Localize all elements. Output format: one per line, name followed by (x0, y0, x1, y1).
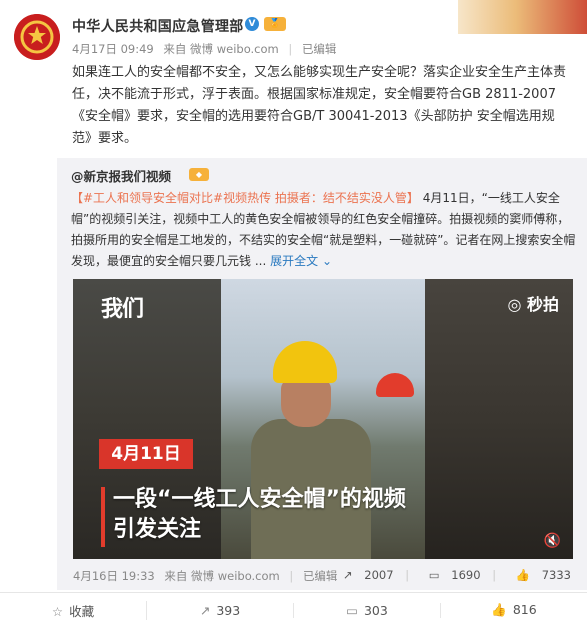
repost-card: @新京报我们视频 ◆ 【#工人和领导安全帽对比#视频热传 拍摄者：结不结实没人管… (57, 158, 587, 590)
caption-line-2: 引发关注 (113, 517, 202, 542)
comment-count: 1690 (451, 568, 481, 582)
favorite-button[interactable]: ☆ 收藏 (0, 600, 147, 620)
video-date-label: 4月11日 (99, 439, 193, 469)
video-player[interactable]: 我们 ◎ 秒拍 4月11日 一段“一线工人安全帽”的视频 引发关注 🔇 (73, 279, 573, 559)
comment-button[interactable]: ▭ 303 (294, 602, 441, 618)
repost-level-badge-icon: ◆ (189, 168, 209, 181)
favorite-label: 收藏 (69, 603, 95, 619)
expand-link[interactable]: 展开全文 (270, 254, 318, 268)
avatar[interactable] (14, 14, 60, 60)
red-helmet (376, 373, 414, 397)
thumbs-up-icon: 👍 (491, 602, 507, 617)
chevron-down-icon[interactable]: ⌄ (322, 254, 332, 268)
topic-link[interactable]: 【#工人和领导安全帽对比#视频热传 拍摄者：结不结实没人管】 (71, 191, 419, 205)
repost-text: 【#工人和领导安全帽对比#视频热传 拍摄者：结不结实没人管】 4月11日，“一线… (71, 188, 581, 272)
miaopai-logo: ◎ 秒拍 (507, 291, 559, 315)
meta-separator: | (288, 42, 293, 56)
repost-button-count: 393 (216, 602, 241, 618)
video-blur-right (425, 279, 573, 559)
video-caption: 一段“一线工人安全帽”的视频 引发关注 (113, 485, 406, 545)
like-button-count: 816 (512, 602, 537, 617)
like-button[interactable]: 👍 816 (441, 602, 587, 618)
post-time[interactable]: 4月17日 09:49 (72, 42, 154, 56)
worker-face (281, 379, 331, 427)
stat-separator: | (405, 568, 410, 582)
author-name[interactable]: 中华人民共和国应急管理部 (72, 16, 244, 36)
video-logo: 我们 (101, 297, 144, 322)
repost-count: 2007 (364, 568, 394, 582)
mute-icon[interactable]: 🔇 (544, 533, 561, 549)
repost-stats: ↗ 2007 | ▭ 1690 | 👍 7333 (327, 568, 571, 582)
camera-icon: ◎ (507, 295, 522, 314)
action-bar: ☆ 收藏 ↗ 393 ▭ 303 👍 816 (0, 592, 587, 627)
stat-separator: | (492, 568, 497, 582)
meta-separator: | (289, 569, 294, 583)
yellow-helmet (273, 341, 337, 383)
repost-author[interactable]: @新京报我们视频 (71, 166, 171, 185)
repost-time[interactable]: 4月16日 19:33 (73, 569, 155, 583)
verified-icon: V (245, 17, 259, 31)
post-meta: 4月17日 09:49 来自 微博 weibo.com | 已编辑 (72, 41, 342, 57)
repost-share-stat[interactable]: ↗ 2007 (335, 568, 394, 582)
share-icon: ↗ (199, 602, 211, 618)
repost-like-stat[interactable]: 👍 7333 (508, 568, 571, 582)
miaopai-text: 秒拍 (526, 295, 559, 314)
comment-icon: ▭ (428, 568, 440, 582)
post-source: 来自 微博 weibo.com (163, 42, 279, 56)
caption-accent-bar (101, 487, 105, 547)
level-badge-icon: 🏅 (264, 17, 286, 31)
share-icon: ↗ (342, 568, 353, 582)
banner-decoration (458, 0, 587, 34)
post-text: 如果连工人的安全帽都不安全，又怎么能够实现生产安全呢？落实企业安全生产主体责任，… (72, 65, 567, 146)
repost-button[interactable]: ↗ 393 (147, 602, 294, 618)
post-edited[interactable]: 已编辑 (302, 42, 337, 56)
repost-comment-stat[interactable]: ▭ 1690 (421, 568, 481, 582)
repost-meta: 4月16日 19:33 来自 微博 weibo.com | 已编辑 (73, 568, 343, 584)
national-emblem-icon (14, 14, 60, 60)
like-count: 7333 (541, 568, 571, 582)
thumbs-up-icon: 👍 (515, 568, 531, 582)
caption-line-1: 一段“一线工人安全帽”的视频 (113, 487, 406, 512)
comment-button-count: 303 (363, 602, 388, 618)
comment-icon: ▭ (346, 602, 358, 618)
repost-source: 来自 微博 weibo.com (164, 569, 280, 583)
star-icon: ☆ (51, 603, 64, 619)
